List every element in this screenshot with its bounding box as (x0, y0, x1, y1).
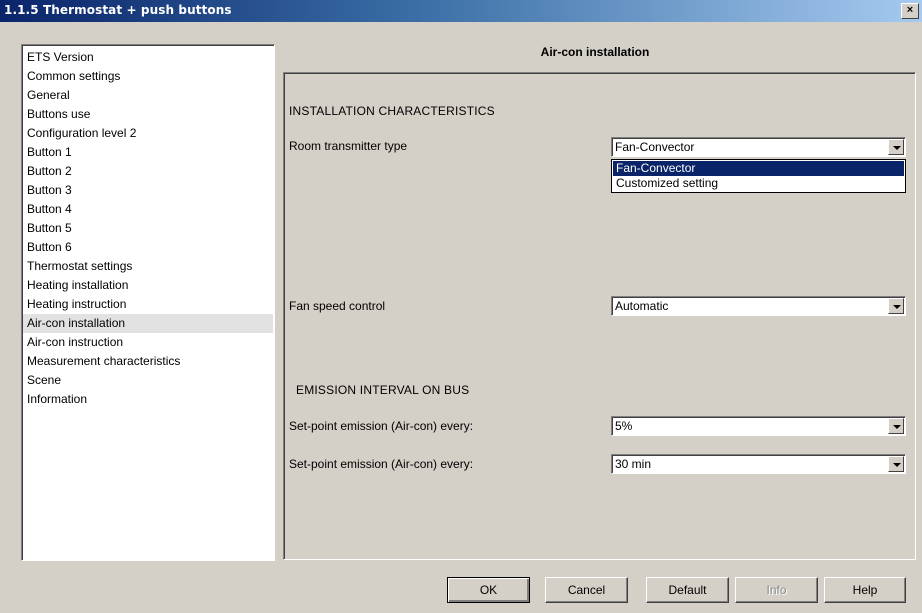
sidebar-item-button-3[interactable]: Button 3 (27, 181, 72, 200)
sidebar-item-air-con-installation[interactable]: Air-con installation (23, 314, 273, 333)
sidebar-item-button-6[interactable]: Button 6 (27, 238, 72, 257)
sidebar-item-button-5[interactable]: Button 5 (27, 219, 72, 238)
sidebar-item-air-con-instruction[interactable]: Air-con instruction (27, 333, 123, 352)
sidebar-item-heating-installation[interactable]: Heating installation (27, 276, 128, 295)
sidebar-item-button-4[interactable]: Button 4 (27, 200, 72, 219)
sidebar-item-information[interactable]: Information (27, 390, 87, 409)
info-button[interactable]: Info (735, 577, 818, 603)
setpoint-emission-label-1: Set-point emission (Air-con) every: (289, 419, 474, 433)
section-installation-characteristics: INSTALLATION CHARACTERISTICS (289, 104, 495, 118)
page-title: Air-con installation (540, 45, 650, 59)
chevron-down-icon[interactable] (888, 418, 904, 434)
sidebar-item-ets-version[interactable]: ETS Version (27, 48, 94, 67)
setpoint-emission-select-1[interactable]: 5% (611, 416, 906, 436)
sidebar-item-button-1[interactable]: Button 1 (27, 143, 72, 162)
setpoint-emission-select-2[interactable]: 30 min (611, 454, 906, 474)
chevron-down-icon[interactable] (888, 456, 904, 472)
sidebar-item-button-2[interactable]: Button 2 (27, 162, 72, 181)
setpoint-emission-label-2: Set-point emission (Air-con) every: (289, 457, 474, 471)
dropdown-option-fan-convector[interactable]: Fan-Convector (613, 161, 904, 176)
sidebar-item-common-settings[interactable]: Common settings (27, 67, 120, 86)
sidebar-item-configuration-level-2[interactable]: Configuration level 2 (27, 124, 136, 143)
room-transmitter-select[interactable]: Fan-Convector (611, 137, 906, 157)
section-emission-interval: EMISSION INTERVAL ON BUS (296, 383, 470, 397)
setpoint-emission-value-1: 5% (615, 419, 633, 433)
sidebar-item-general[interactable]: General (27, 86, 70, 105)
room-transmitter-label: Room transmitter type (289, 139, 408, 153)
sidebar-item-scene[interactable]: Scene (27, 371, 61, 390)
fan-speed-value: Automatic (615, 299, 669, 313)
fan-speed-label: Fan speed control (289, 299, 386, 313)
dropdown-option-customized-setting[interactable]: Customized setting (613, 176, 904, 191)
default-button[interactable]: Default (646, 577, 729, 603)
sidebar-item-buttons-use[interactable]: Buttons use (27, 105, 90, 124)
help-button[interactable]: Help (824, 577, 906, 603)
chevron-down-icon[interactable] (888, 139, 904, 155)
close-button[interactable]: × (901, 3, 919, 19)
close-icon: × (906, 4, 914, 16)
room-transmitter-value: Fan-Convector (615, 140, 695, 154)
fan-speed-select[interactable]: Automatic (611, 296, 906, 316)
sidebar-item-thermostat-settings[interactable]: Thermostat settings (27, 257, 132, 276)
sidebar-item-heating-instruction[interactable]: Heating instruction (27, 295, 126, 314)
title-bar: 1.1.5 Thermostat + push buttons × (0, 0, 922, 22)
setpoint-emission-value-2: 30 min (615, 457, 652, 471)
cancel-button[interactable]: Cancel (545, 577, 628, 603)
room-transmitter-dropdown[interactable]: Fan-Convector Customized setting (611, 159, 906, 193)
window-title: 1.1.5 Thermostat + push buttons (4, 3, 232, 17)
sidebar-item-measurement-characteristics[interactable]: Measurement characteristics (27, 352, 180, 371)
ok-button[interactable]: OK (447, 577, 530, 603)
chevron-down-icon[interactable] (888, 298, 904, 314)
sidebar-list[interactable]: ETS Version Common settings General Butt… (21, 44, 275, 561)
